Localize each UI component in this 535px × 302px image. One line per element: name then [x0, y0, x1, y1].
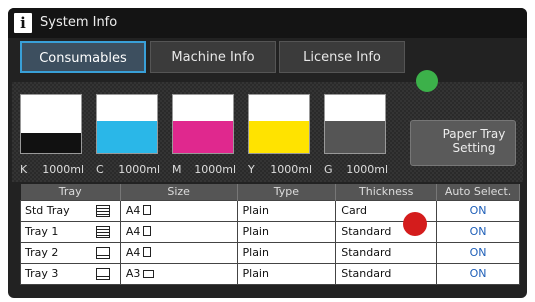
- tray-cell: Tray 2: [20, 241, 121, 264]
- header-thickness: Thickness: [335, 184, 438, 200]
- size-cell: A3: [119, 262, 238, 285]
- table-row[interactable]: Tray 2 A4 Plain Standard ON: [20, 241, 520, 264]
- table-row[interactable]: Std Tray A4 Plain Card ON: [20, 199, 520, 222]
- header-auto-select: Auto Select.: [436, 184, 520, 200]
- paper-tray-button-line1: Paper Tray: [442, 127, 506, 141]
- auto-select-cell: ON: [436, 220, 520, 243]
- toner-m: [172, 94, 234, 154]
- tray-name: Std Tray: [25, 204, 70, 217]
- tray-name: Tray 3: [25, 267, 59, 280]
- tray-name: Tray 1: [25, 225, 59, 238]
- thickness-cell: Standard: [335, 262, 438, 285]
- auto-select-cell: ON: [436, 262, 520, 285]
- stack-icon: [95, 204, 110, 217]
- table-row[interactable]: Tray 1 A4 Plain Standard ON: [20, 220, 520, 243]
- size-cell: A4: [119, 241, 238, 264]
- toner-g: [324, 94, 386, 154]
- paper-tray-setting-button[interactable]: Paper Tray Setting: [410, 120, 516, 166]
- paper-landscape-icon: [143, 270, 155, 278]
- system-info-screen: i System Info Consumables Machine Info L…: [8, 8, 527, 298]
- toner-k: [20, 94, 82, 154]
- table-row[interactable]: Tray 3 A3 Plain Standard ON: [20, 262, 520, 285]
- tray-cell: Tray 3: [20, 262, 121, 285]
- toner-level-fill: [97, 121, 157, 153]
- toner-level-fill: [249, 121, 309, 153]
- tray-name: Tray 2: [25, 246, 59, 259]
- status-green-dot: [416, 70, 438, 92]
- size-cell: A4: [119, 220, 238, 243]
- auto-select-cell: ON: [436, 241, 520, 264]
- thickness-cell: Standard: [335, 241, 438, 264]
- type-cell: Plain: [236, 220, 337, 243]
- title-bar: i System Info: [8, 8, 527, 38]
- table-header-row: Tray Size Type Thickness Auto Select.: [20, 184, 520, 200]
- toner-c: [96, 94, 158, 154]
- tab-license-info[interactable]: License Info: [279, 41, 405, 73]
- tray-icon: [95, 246, 110, 259]
- paper-portrait-icon: [143, 247, 152, 257]
- paper-tray-button-line2: Setting: [452, 141, 496, 155]
- header-type: Type: [237, 184, 337, 200]
- toner-level-fill: [325, 121, 385, 153]
- paper-portrait-icon: [143, 205, 152, 215]
- tab-machine-info[interactable]: Machine Info: [150, 41, 276, 73]
- toner-level-fill: [173, 121, 233, 153]
- paper-portrait-icon: [143, 226, 152, 236]
- type-cell: Plain: [236, 262, 337, 285]
- auto-select-cell: ON: [436, 199, 520, 222]
- size-cell: A4: [119, 199, 238, 222]
- marker-red-dot: [403, 212, 427, 236]
- window-title: System Info: [40, 15, 118, 30]
- tab-consumables[interactable]: Consumables: [20, 41, 146, 73]
- tray-cell: Tray 1: [20, 220, 121, 243]
- tray-icon: [95, 267, 110, 280]
- consumables-panel: K 1000ml C 1000ml M 1000ml Y 1000ml G 1000ml …: [12, 82, 523, 182]
- info-icon: i: [14, 13, 32, 33]
- toner-y: [248, 94, 310, 154]
- type-cell: Plain: [236, 199, 337, 222]
- type-cell: Plain: [236, 241, 337, 264]
- stack-icon: [95, 225, 110, 238]
- toner-level-fill: [21, 132, 81, 153]
- header-tray: Tray: [20, 184, 121, 200]
- tray-table: Tray Size Type Thickness Auto Select. St…: [20, 184, 520, 285]
- header-size: Size: [120, 184, 238, 200]
- tray-cell: Std Tray: [20, 199, 121, 222]
